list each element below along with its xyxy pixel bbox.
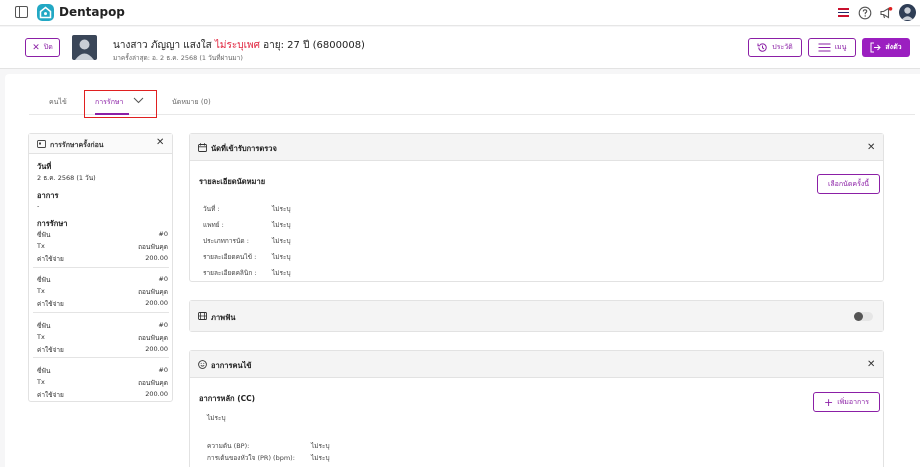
divider xyxy=(33,267,169,268)
dental-image-toggle[interactable] xyxy=(854,312,873,321)
tab-appointments[interactable]: นัดหมาย (0) xyxy=(172,97,211,108)
close-icon: ✕ xyxy=(32,42,40,53)
language-flag-icon[interactable] xyxy=(838,8,849,17)
top-bar: Dentapop xyxy=(0,0,920,26)
appointment-card-header: นัดที่เข้ารับการตรวจ ✕ xyxy=(190,134,883,161)
send-out-icon xyxy=(870,42,882,53)
last-visit: มาครั้งล่าสุด: อ. 2 ธ.ค. 2568 (1 วันที่ผ… xyxy=(113,54,243,62)
patient-header: ✕ ปิด นางสาว ภัญญา แสงใส ไม่ระบุเพศ อายุ… xyxy=(0,27,920,69)
sidebar-toggle-icon[interactable] xyxy=(15,6,28,18)
help-icon[interactable] xyxy=(858,6,872,20)
patient-avatar xyxy=(72,35,97,60)
select-appointment-button[interactable]: เลือกนัดครั้งนี้ xyxy=(817,174,880,194)
close-icon[interactable]: ✕ xyxy=(867,360,875,370)
patient-name: นางสาว ภัญญา แสงใส ไม่ระบุเพศ อายุ: 27 ป… xyxy=(113,40,365,51)
film-icon xyxy=(198,312,207,320)
previous-treatment-panel: การรักษาครั้งก่อน ✕ วันที่ 2 ธ.ค. 2568 (… xyxy=(28,133,173,402)
history-icon xyxy=(757,43,767,52)
gender-label: ไม่ระบุเพศ xyxy=(214,40,260,51)
dental-image-card: ภาพฟัน xyxy=(189,300,884,332)
divider xyxy=(33,357,169,358)
send-button[interactable]: ส่งตัว xyxy=(862,38,910,57)
user-avatar[interactable] xyxy=(899,4,916,21)
app-logo-icon xyxy=(37,4,54,21)
tab-bar: คนไข้ การรักษา นัดหมาย (0) xyxy=(29,90,915,115)
menu-button[interactable]: เมนู xyxy=(808,38,856,57)
toggle-knob xyxy=(854,312,863,321)
symptom-card: อาการคนไข้ ✕ อาการหลัก (CC) ไม่ระบุ + เพ… xyxy=(189,350,884,467)
history-button[interactable]: ประวัติ xyxy=(748,38,802,57)
age-id: อายุ: 27 ปี (6800008) xyxy=(263,40,365,51)
symptom-card-header: อาการคนไข้ ✕ xyxy=(190,351,883,378)
calendar-icon xyxy=(198,143,207,152)
tab-patient[interactable]: คนไข้ xyxy=(49,97,67,108)
announcement-icon[interactable] xyxy=(879,6,893,20)
highlight-box xyxy=(84,90,157,118)
close-button[interactable]: ✕ ปิด xyxy=(25,38,60,57)
previous-treatment-header: การรักษาครั้งก่อน ✕ xyxy=(29,134,172,154)
divider xyxy=(33,312,169,313)
hamburger-icon xyxy=(818,43,831,52)
id-card-icon xyxy=(37,140,46,148)
smile-icon xyxy=(198,360,207,369)
plus-icon: + xyxy=(824,395,834,409)
add-symptom-button[interactable]: + เพิ่มอาการ xyxy=(813,392,880,412)
close-icon[interactable]: ✕ xyxy=(156,138,164,148)
dental-image-card-header: ภาพฟัน xyxy=(190,301,883,331)
app-name: Dentapop xyxy=(59,5,125,19)
appointment-card: นัดที่เข้ารับการตรวจ ✕ รายละเอียดนัดหมาย… xyxy=(189,133,884,282)
close-icon[interactable]: ✕ xyxy=(867,143,875,153)
